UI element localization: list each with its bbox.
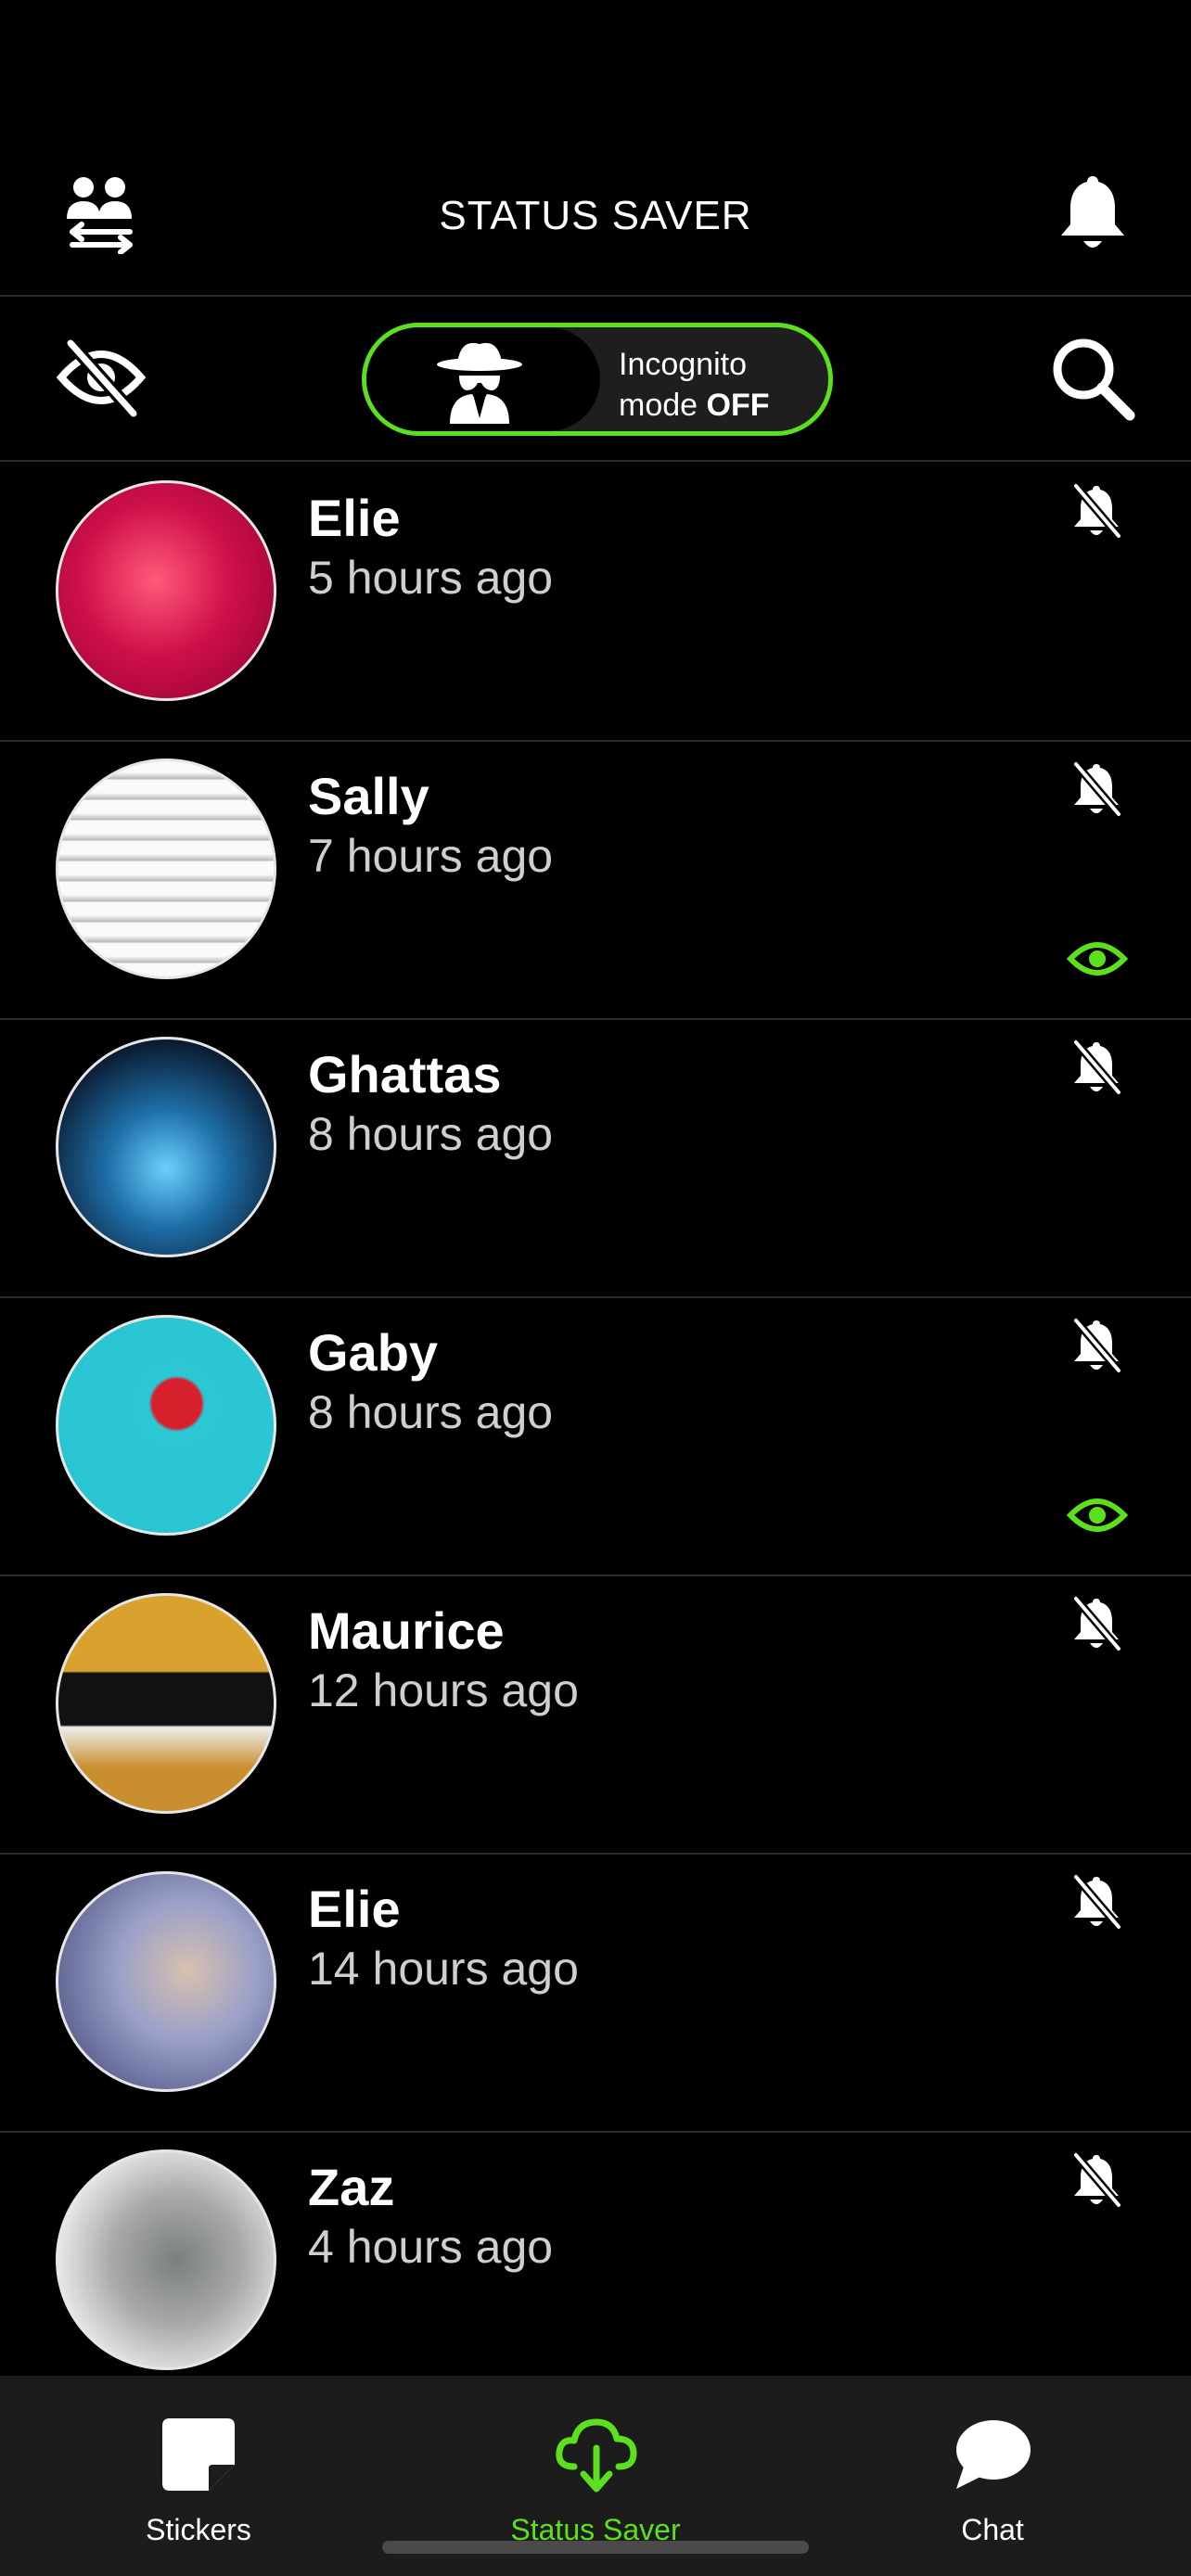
status-time: 5 hours ago bbox=[308, 552, 554, 604]
eye-icon bbox=[1067, 1498, 1128, 1532]
status-list[interactable]: Elie 5 hours ago Sally 7 hours ago Ghattas 8 … bbox=[0, 464, 1191, 2374]
incognito-mode-word: mode bbox=[619, 388, 698, 423]
status-row[interactable]: Elie 5 hours ago bbox=[0, 464, 1191, 742]
status-row[interactable]: Zaz 4 hours ago bbox=[0, 2133, 1191, 2374]
status-time: 8 hours ago bbox=[308, 1386, 554, 1438]
eye-slash-icon[interactable] bbox=[56, 336, 147, 419]
bell-slash-icon[interactable] bbox=[1069, 2151, 1124, 2211]
status-row[interactable]: Elie 14 hours ago bbox=[0, 1855, 1191, 2133]
contact-name: Sally bbox=[308, 767, 429, 825]
avatar[interactable] bbox=[56, 759, 276, 979]
status-row[interactable]: Maurice 12 hours ago bbox=[0, 1576, 1191, 1855]
header: STATUS SAVER bbox=[0, 148, 1191, 297]
incognito-knob bbox=[366, 327, 600, 431]
bell-slash-icon[interactable] bbox=[1069, 482, 1124, 542]
tab-chat[interactable]: Chat bbox=[794, 2376, 1191, 2576]
status-time: 7 hours ago bbox=[308, 830, 554, 882]
tab-label-chat: Chat bbox=[961, 2513, 1024, 2546]
sticker-icon bbox=[162, 2418, 235, 2491]
search-icon[interactable] bbox=[1048, 334, 1137, 423]
bell-slash-icon[interactable] bbox=[1069, 1039, 1124, 1098]
status-time: 12 hours ago bbox=[308, 1664, 579, 1716]
top-bar: STATUS SAVER Incognito mode OFF bbox=[0, 0, 1191, 462]
status-time: 4 hours ago bbox=[308, 2221, 554, 2273]
incognito-label-line1: Incognito bbox=[619, 347, 747, 382]
bell-slash-icon[interactable] bbox=[1069, 760, 1124, 820]
contact-name: Maurice bbox=[308, 1601, 505, 1660]
incognito-toggle[interactable]: Incognito mode OFF bbox=[362, 323, 833, 436]
contact-name: Gaby bbox=[308, 1323, 439, 1382]
status-row[interactable]: Gaby 8 hours ago bbox=[0, 1298, 1191, 1576]
page-title: STATUS SAVER bbox=[439, 193, 752, 238]
avatar[interactable] bbox=[56, 1593, 276, 1814]
contact-name: Elie bbox=[308, 1880, 401, 1938]
avatar[interactable] bbox=[56, 2149, 276, 2370]
incognito-label-line2: mode OFF bbox=[619, 385, 770, 426]
status-row[interactable]: Sally 7 hours ago bbox=[0, 742, 1191, 1020]
chat-bubble-icon bbox=[956, 2420, 1031, 2489]
cloud-download-icon bbox=[556, 2418, 637, 2493]
contact-name: Ghattas bbox=[308, 1045, 502, 1103]
tab-label-stickers: Stickers bbox=[146, 2513, 251, 2546]
bell-slash-icon[interactable] bbox=[1069, 1595, 1124, 1654]
avatar[interactable] bbox=[56, 480, 276, 701]
incognito-label: Incognito mode OFF bbox=[619, 344, 770, 426]
bell-slash-icon[interactable] bbox=[1069, 1873, 1124, 1932]
spy-icon bbox=[437, 342, 522, 424]
bell-slash-icon[interactable] bbox=[1069, 1317, 1124, 1376]
controls-row: Incognito mode OFF bbox=[0, 299, 1191, 462]
avatar[interactable] bbox=[56, 1871, 276, 2092]
status-time: 8 hours ago bbox=[308, 1108, 554, 1160]
incognito-state: OFF bbox=[706, 388, 770, 423]
avatar[interactable] bbox=[56, 1037, 276, 1257]
home-indicator bbox=[382, 2541, 809, 2554]
status-time: 14 hours ago bbox=[308, 1943, 579, 1995]
contact-name: Zaz bbox=[308, 2158, 395, 2216]
contact-name: Elie bbox=[308, 489, 401, 547]
bell-icon[interactable] bbox=[1056, 171, 1130, 254]
eye-icon bbox=[1067, 942, 1128, 976]
avatar[interactable] bbox=[56, 1315, 276, 1536]
status-row[interactable]: Ghattas 8 hours ago bbox=[0, 1020, 1191, 1298]
tab-stickers[interactable]: Stickers bbox=[0, 2376, 397, 2576]
